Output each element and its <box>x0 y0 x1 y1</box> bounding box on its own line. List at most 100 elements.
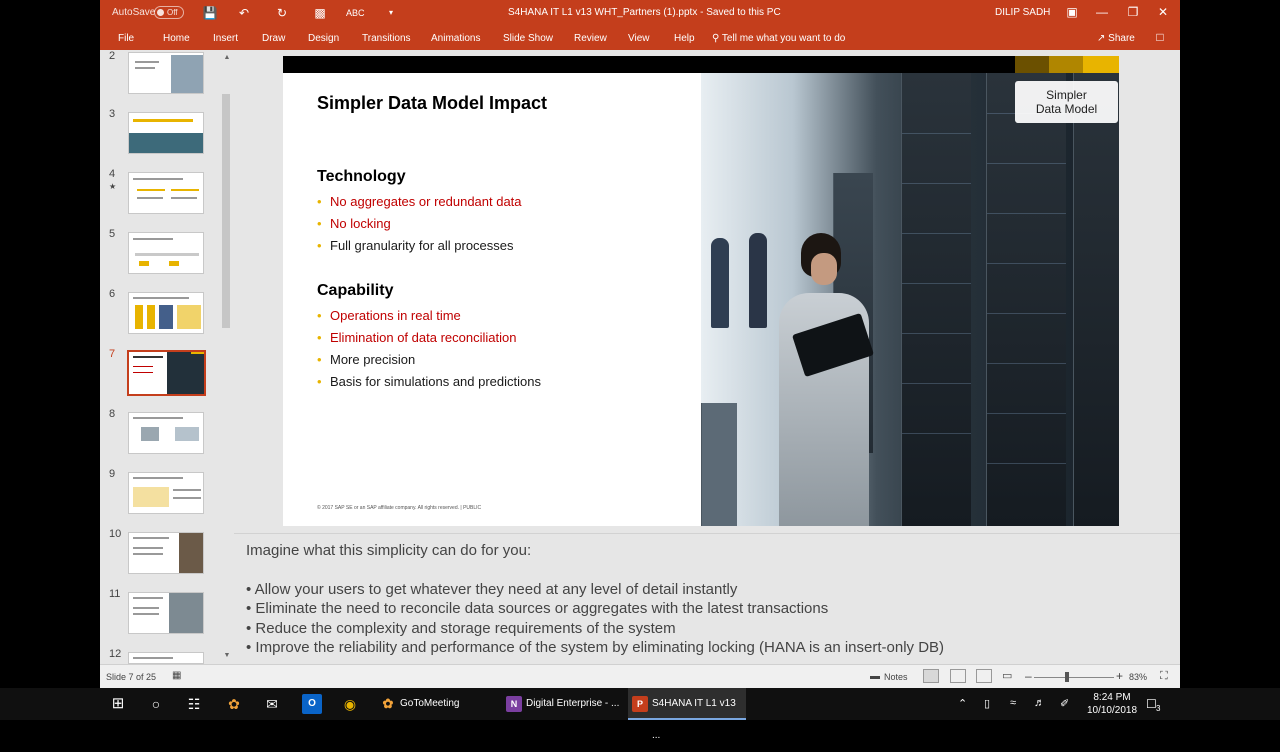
thumb-number: 5 <box>109 228 116 240</box>
section-heading-technology: Technology <box>317 168 406 185</box>
gold-block <box>1049 56 1083 73</box>
slide-thumbnail-8[interactable] <box>128 412 204 454</box>
tag-label: Simpler Data Model <box>1035 88 1098 116</box>
gold-block <box>1015 56 1049 73</box>
zoom-out-icon[interactable]: – <box>1025 669 1032 683</box>
slide-count: Slide 7 of 25 <box>106 672 157 682</box>
taskbar-app-powerpoint[interactable]: P S4HANA IT L1 v13 ... <box>628 688 746 741</box>
outlook-icon[interactable]: O <box>302 694 322 714</box>
tab-help[interactable]: Help <box>674 33 695 44</box>
chrome-icon[interactable]: ◉ <box>340 694 360 714</box>
ribbon-display-icon[interactable]: ▣ <box>1062 4 1082 20</box>
slide-thumbnail-10[interactable] <box>128 532 204 574</box>
zoom-in-icon[interactable]: + <box>1116 669 1123 683</box>
tab-animations[interactable]: Animations <box>431 33 480 44</box>
notes-line: • Reduce the complexity and storage requ… <box>246 620 676 637</box>
pen-icon[interactable]: ✐ <box>1060 697 1069 710</box>
slide-thumbnail-2[interactable] <box>128 52 204 94</box>
notification-count: 3 <box>1156 704 1161 713</box>
slide-title: Simpler Data Model Impact <box>317 93 548 113</box>
notes-toggle-label[interactable]: Notes <box>884 672 908 682</box>
slide-thumbnail-5[interactable] <box>128 232 204 274</box>
save-icon[interactable]: 💾 <box>202 5 218 21</box>
reading-view-icon[interactable] <box>976 669 992 683</box>
slide-thumbnail-9[interactable] <box>128 472 204 514</box>
minimize-icon[interactable]: — <box>1092 4 1112 20</box>
present-icon[interactable]: ▩ <box>312 5 328 21</box>
tab-view[interactable]: View <box>628 33 650 44</box>
accessibility-icon[interactable]: ▦ <box>172 670 181 681</box>
thumb-number: 9 <box>109 468 116 480</box>
autosave-label: AutoSave <box>112 7 156 18</box>
spelling-icon[interactable]: ABC <box>346 5 365 21</box>
slide-thumbnail-7-selected[interactable] <box>127 350 206 396</box>
slide-thumbnail-6[interactable] <box>128 292 204 334</box>
zoom-level[interactable]: 83% <box>1129 672 1147 682</box>
slide-sorter-icon[interactable] <box>950 669 966 683</box>
scroll-down-icon[interactable]: ▼ <box>221 651 233 661</box>
copyright-text: © 2017 SAP SE or an SAP affiliate compan… <box>317 505 482 511</box>
clock-time: 8:24 PM <box>1093 692 1131 703</box>
thumb-number: 8 <box>109 408 116 420</box>
slide-top-bar <box>283 56 1119 73</box>
tell-me-search[interactable]: ⚲ Tell me what you want to do <box>712 33 845 44</box>
mail-icon[interactable]: ✉ <box>262 694 282 714</box>
lightbulb-icon: ⚲ <box>712 33 722 44</box>
slide-canvas[interactable]: Simpler Data Model Impact Technology • No… <box>283 56 1119 526</box>
slide-thumbnail-11[interactable] <box>128 592 204 634</box>
taskbar-app-label: Digital Enterprise - ... <box>526 698 620 709</box>
volume-icon[interactable]: ♬ <box>1034 697 1045 709</box>
task-view-icon[interactable]: ☷ <box>184 694 204 714</box>
clock-date: 10/10/2018 <box>1086 705 1138 716</box>
windows-start-icon[interactable]: ⊞ <box>108 694 128 714</box>
notes-icon[interactable]: ▬ <box>870 671 880 682</box>
tab-transitions[interactable]: Transitions <box>362 33 411 44</box>
slide-thumbnail-4[interactable] <box>128 172 204 214</box>
zoom-slider[interactable] <box>1034 677 1114 678</box>
scrollbar-thumb[interactable] <box>222 94 230 328</box>
taskbar-clock[interactable]: 8:24 PM 10/10/2018 <box>1086 691 1138 717</box>
speaker-notes-pane[interactable]: Imagine what this simplicity can do for … <box>234 533 1180 664</box>
tab-review[interactable]: Review <box>574 33 607 44</box>
scroll-up-icon[interactable]: ▲ <box>221 53 233 63</box>
battery-icon[interactable]: ▯ <box>984 697 990 710</box>
undo-icon[interactable]: ↶ <box>236 5 252 21</box>
tab-home[interactable]: Home <box>163 33 190 44</box>
tab-design[interactable]: Design <box>308 33 339 44</box>
title-bar: AutoSave Off 💾 ↶ ↻ ▩ ABC ▾ S4HANA IT L1 … <box>100 0 1180 26</box>
fit-slide-icon[interactable]: ⛶ <box>1160 670 1168 683</box>
share-button[interactable]: ↗ Share <box>1097 33 1135 44</box>
autosave-toggle[interactable]: Off <box>154 6 184 19</box>
search-icon[interactable]: ○ <box>146 694 166 714</box>
share-label: Share <box>1108 33 1135 44</box>
slide-thumbnail-3[interactable] <box>128 112 204 154</box>
wifi-icon[interactable]: ≈ <box>1010 697 1016 709</box>
notes-intro: Imagine what this simplicity can do for … <box>246 542 532 559</box>
gotomeeting-icon: ✿ <box>382 696 394 711</box>
windows-taskbar: ⊞ ○ ☷ ✿ ✉ O ◉ ✿ GoToMeeting N Digital En… <box>0 688 1280 741</box>
notes-line: • Eliminate the need to reconcile data s… <box>246 600 829 617</box>
close-icon[interactable]: ✕ <box>1153 4 1173 20</box>
slide-thumbnail-12[interactable] <box>128 652 204 664</box>
zoom-slider-knob[interactable] <box>1065 672 1069 682</box>
thumb-number: 2 <box>109 50 116 62</box>
thumb-number: 10 <box>109 528 122 540</box>
datacenter-photo <box>701 73 1119 526</box>
restore-icon[interactable]: ❐ <box>1123 4 1143 20</box>
taskbar-app-label: GoToMeeting <box>400 698 460 709</box>
tab-insert[interactable]: Insert <box>213 33 238 44</box>
customize-toolbar-icon[interactable]: ▾ <box>383 5 399 21</box>
gotomeeting-pin-icon[interactable]: ✿ <box>224 694 244 714</box>
taskbar-app-gotomeeting[interactable]: ✿ GoToMeeting <box>376 688 496 720</box>
taskbar-app-onenote[interactable]: N Digital Enterprise - ... <box>502 688 622 720</box>
redo-icon[interactable]: ↻ <box>274 5 290 21</box>
tab-slide-show[interactable]: Slide Show <box>503 33 553 44</box>
thumb-number: 11 <box>109 588 121 600</box>
slideshow-icon[interactable]: ▭ <box>1002 669 1018 683</box>
normal-view-icon[interactable] <box>923 669 939 683</box>
comments-icon[interactable]: □ <box>1150 29 1170 45</box>
tab-draw[interactable]: Draw <box>262 33 285 44</box>
tray-chevron-icon[interactable]: ⌃ <box>958 697 967 710</box>
tab-file[interactable]: File <box>118 33 134 44</box>
user-name[interactable]: DILIP SADH <box>995 7 1050 18</box>
